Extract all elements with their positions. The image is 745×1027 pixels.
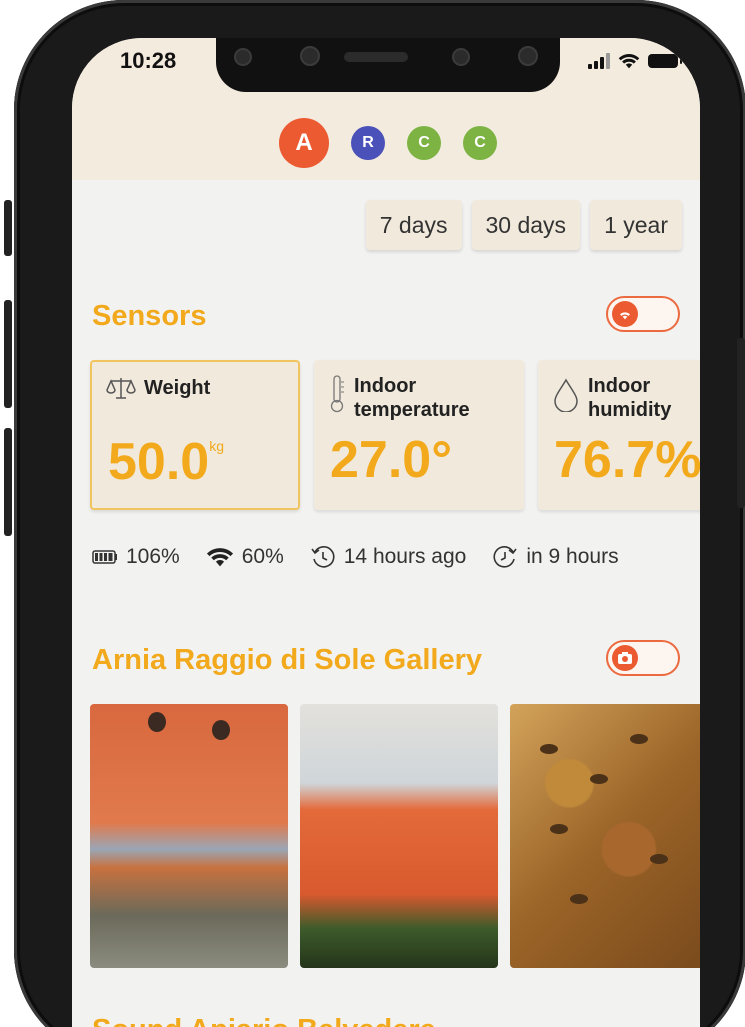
avatar-r[interactable]: R [351, 126, 385, 160]
front-camera-icon [518, 46, 538, 66]
avatar-a[interactable]: A [279, 118, 329, 168]
app-screen: 10:28 A R C C 7 days 30 days 1 year Sens… [72, 38, 700, 1027]
range-7-days-button[interactable]: 7 days [365, 200, 462, 250]
next-update-info: in 9 hours [492, 544, 619, 570]
avatar-c-2[interactable]: C [463, 126, 497, 160]
bee [540, 744, 558, 754]
sound-section-title: Sound Apiario Belvedere [92, 1014, 436, 1027]
humidity-label-line2: humidity [588, 399, 672, 421]
cellular-signal-icon [588, 53, 610, 69]
battery-icon [92, 550, 117, 564]
battery-value: 106% [126, 545, 180, 568]
photo-gallery [90, 704, 700, 968]
hive-photo-1[interactable] [90, 704, 288, 968]
hive-selector: A R C C [72, 118, 700, 168]
temperature-value: 27.0° [330, 431, 453, 489]
sensor-cards: Weight 50.0kg Indoor temperature 27.0° I… [90, 360, 700, 510]
temperature-label-line1: Indoor [354, 375, 417, 397]
temperature-label: Indoor temperature [354, 374, 470, 422]
signal-info: 60% [206, 545, 284, 569]
wifi-icon [612, 301, 638, 327]
gallery-toggle[interactable] [606, 640, 680, 676]
temperature-card-header: Indoor temperature [328, 374, 470, 422]
sensor-dot [452, 48, 470, 66]
sensors-toggle[interactable] [606, 296, 680, 332]
temperature-label-line2: temperature [354, 399, 470, 421]
volume-up-button [4, 300, 12, 408]
wifi-status-icon [618, 54, 640, 69]
weight-label: Weight [144, 377, 211, 399]
notch [216, 38, 560, 92]
gallery-title: Arnia Raggio di Sole Gallery [92, 644, 482, 676]
status-time: 10:28 [120, 48, 177, 73]
power-button [737, 338, 745, 508]
bee [570, 894, 588, 904]
weight-number: 50.0 [108, 433, 210, 491]
camera-icon [612, 645, 638, 671]
bee [550, 824, 568, 834]
speaker-slot [344, 52, 408, 62]
humidity-value: 76.7% [554, 431, 700, 489]
sensors-title: Sensors [92, 300, 207, 332]
entrance-hole [148, 712, 166, 732]
header-bar: 10:28 A R C C [72, 38, 700, 180]
bee [650, 854, 668, 864]
indoor-temperature-card[interactable]: Indoor temperature 27.0° [314, 360, 524, 510]
battery-info: 106% [92, 545, 180, 569]
battery-status-icon [648, 54, 682, 68]
entrance-hole [212, 720, 230, 740]
thermometer-icon [330, 375, 344, 413]
device-info-row: 106% 60% 14 hours ago in 9 hours [92, 544, 619, 570]
history-icon [311, 546, 335, 568]
weight-value: 50.0kg [108, 432, 224, 492]
weight-card[interactable]: Weight 50.0kg [90, 360, 300, 510]
status-icons [588, 52, 682, 70]
mute-switch [4, 200, 12, 256]
humidity-label: Indoor humidity [588, 374, 671, 422]
schedule-icon [493, 546, 517, 568]
time-range-selector: 7 days 30 days 1 year [365, 200, 682, 250]
bee [630, 734, 648, 744]
range-30-days-button[interactable]: 30 days [471, 200, 581, 250]
camera-icon [300, 46, 320, 66]
weight-unit: kg [209, 438, 225, 454]
last-update-info: 14 hours ago [310, 544, 467, 570]
wifi-icon [206, 548, 233, 567]
last-update-value: 14 hours ago [343, 545, 467, 568]
bee [590, 774, 608, 784]
humidity-card-header: Indoor humidity [552, 374, 671, 422]
weight-card-header: Weight [106, 376, 210, 400]
scale-icon [106, 378, 136, 399]
honeycomb-photo[interactable] [510, 704, 700, 968]
indoor-humidity-card[interactable]: Indoor humidity 76.7% [538, 360, 700, 510]
signal-value: 60% [241, 545, 284, 568]
humidity-label-line1: Indoor [588, 375, 651, 397]
sensor-dot [234, 48, 252, 66]
hive-photo-2[interactable] [300, 704, 498, 968]
avatar-c[interactable]: C [407, 126, 441, 160]
water-drop-icon [554, 378, 578, 412]
range-1-year-button[interactable]: 1 year [590, 200, 682, 250]
volume-down-button [4, 428, 12, 536]
next-update-value: in 9 hours [526, 545, 619, 568]
